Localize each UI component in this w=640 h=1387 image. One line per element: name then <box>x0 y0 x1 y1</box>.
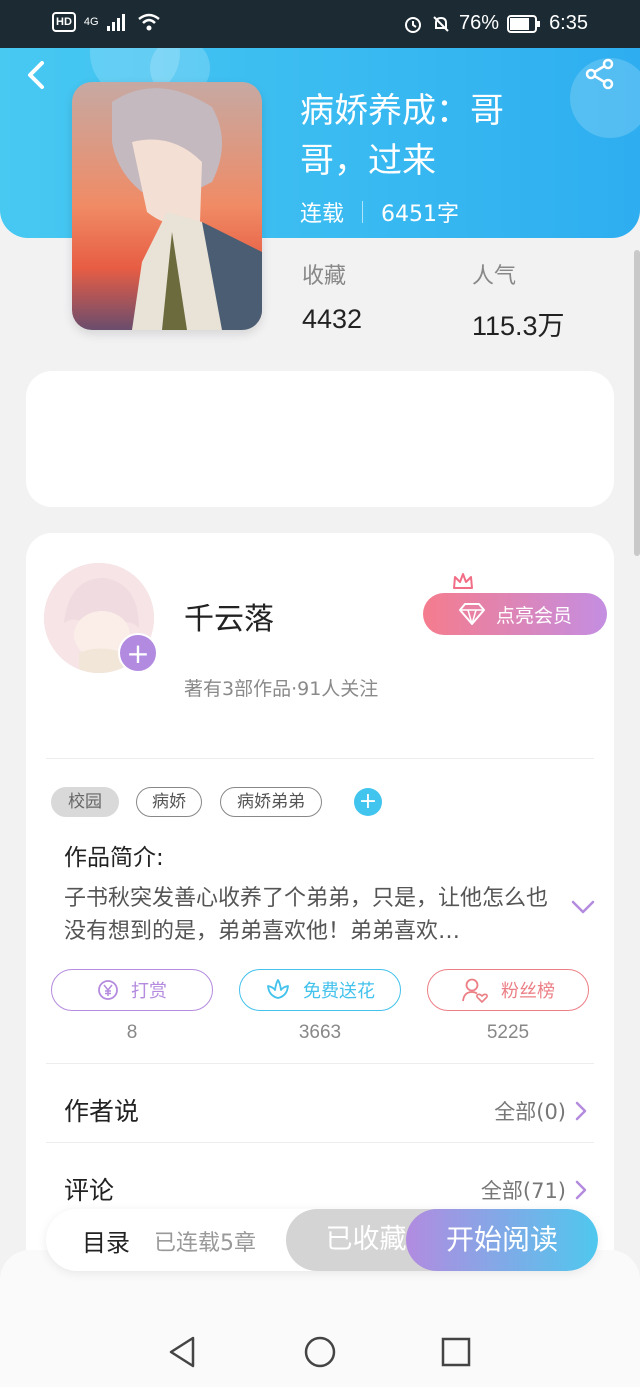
author-says-all-link[interactable]: 全部(0) <box>494 1096 588 1126</box>
start-reading-button[interactable]: 开始阅读 <box>406 1209 598 1271</box>
book-meta: 连载 6451字 <box>300 196 459 228</box>
signal-icon <box>106 14 125 31</box>
back-arrow-icon[interactable] <box>20 58 54 92</box>
share-icon[interactable] <box>584 58 616 90</box>
meta-divider <box>362 201 364 223</box>
hd-badge: HD <box>52 12 76 32</box>
favorites-value: 4432 <box>302 304 363 334</box>
send-flower-label: 免费送花 <box>303 981 375 1002</box>
author-name[interactable]: 千云落 <box>184 594 274 638</box>
tag-yandere[interactable]: 病娇 <box>136 787 202 817</box>
favorites-label: 收藏 <box>302 264 347 289</box>
wifi-icon <box>137 13 160 31</box>
fan-ranking-button[interactable]: 粉丝榜 <box>427 969 589 1011</box>
author-says-all-label: 全部(0) <box>494 1100 566 1124</box>
chevron-right-icon <box>575 1101 587 1121</box>
battery-icon <box>507 14 541 33</box>
square-recent-icon[interactable] <box>436 1332 476 1372</box>
author-info: 著有3部作品·91人关注 <box>184 678 379 700</box>
battery-percent: 76% <box>459 12 500 34</box>
flower-count: 3663 <box>298 1022 342 1043</box>
fan-count: 5225 <box>486 1022 530 1043</box>
tip-button[interactable]: 打赏 <box>51 969 213 1011</box>
fan-ranking-label: 粉丝榜 <box>501 981 555 1002</box>
chapter-status[interactable]: 已连载5章 <box>154 1225 256 1257</box>
comments-title: 评论 <box>64 1176 115 1205</box>
divider <box>46 1142 594 1143</box>
tip-count: 8 <box>126 1022 138 1043</box>
crown-icon <box>453 573 473 589</box>
divider <box>46 758 594 759</box>
divider <box>46 1063 594 1064</box>
popularity-value: 115.3万 <box>472 311 565 341</box>
status-bar: HD 4G 76% 6:35 <box>0 0 640 48</box>
yen-coin-icon <box>98 980 118 1000</box>
chevron-down-icon[interactable] <box>570 898 596 916</box>
mute-bell-icon <box>433 15 449 32</box>
diamond-icon <box>458 603 485 625</box>
add-tag-button[interactable]: + <box>354 788 382 816</box>
chevron-right-icon <box>575 1180 587 1200</box>
network-type: 4G <box>83 16 99 28</box>
favorites-stat: 收藏 4432 <box>302 258 362 335</box>
banner-card <box>26 371 614 507</box>
intro-title: 作品简介: <box>64 845 164 871</box>
user-heart-icon <box>462 978 488 1003</box>
intro-text[interactable]: 子书秋突发善心收养了个弟弟，只是，让他怎么也没有想到的是，弟弟喜欢他！弟弟喜欢… <box>64 882 554 948</box>
circle-home-icon[interactable] <box>300 1332 340 1372</box>
scrollbar[interactable] <box>634 250 640 556</box>
flower-icon <box>267 979 289 999</box>
bottom-action-bar: 目录 已连载5章 已收藏 开始阅读 <box>46 1209 598 1271</box>
serial-status: 连载 <box>300 202 345 227</box>
author-says-title: 作者说 <box>64 1097 140 1126</box>
comments-all-label: 全部(71) <box>480 1179 566 1203</box>
clock-time: 6:35 <box>549 12 588 34</box>
tip-label: 打赏 <box>131 981 167 1002</box>
word-count: 6451字 <box>381 202 460 227</box>
popularity-stat: 人气 115.3万 <box>472 258 565 343</box>
vip-label: 点亮会员 <box>495 604 572 627</box>
tag-yandere-brother[interactable]: 病娇弟弟 <box>220 787 322 817</box>
tag-campus[interactable]: 校园 <box>51 787 119 817</box>
triangle-back-icon[interactable] <box>163 1332 203 1372</box>
vip-membership-button[interactable]: 点亮会员 <box>423 593 607 635</box>
comments-all-link[interactable]: 全部(71) <box>481 1175 588 1205</box>
send-flower-button[interactable]: 免费送花 <box>239 969 401 1011</box>
table-of-contents-button[interactable]: 目录 <box>82 1223 130 1258</box>
popularity-label: 人气 <box>472 264 517 289</box>
follow-author-button[interactable]: + <box>118 633 158 673</box>
alarm-icon <box>405 16 422 33</box>
book-title: 病娇养成：哥哥，过来 <box>300 91 504 181</box>
book-cover-image[interactable] <box>72 82 262 330</box>
